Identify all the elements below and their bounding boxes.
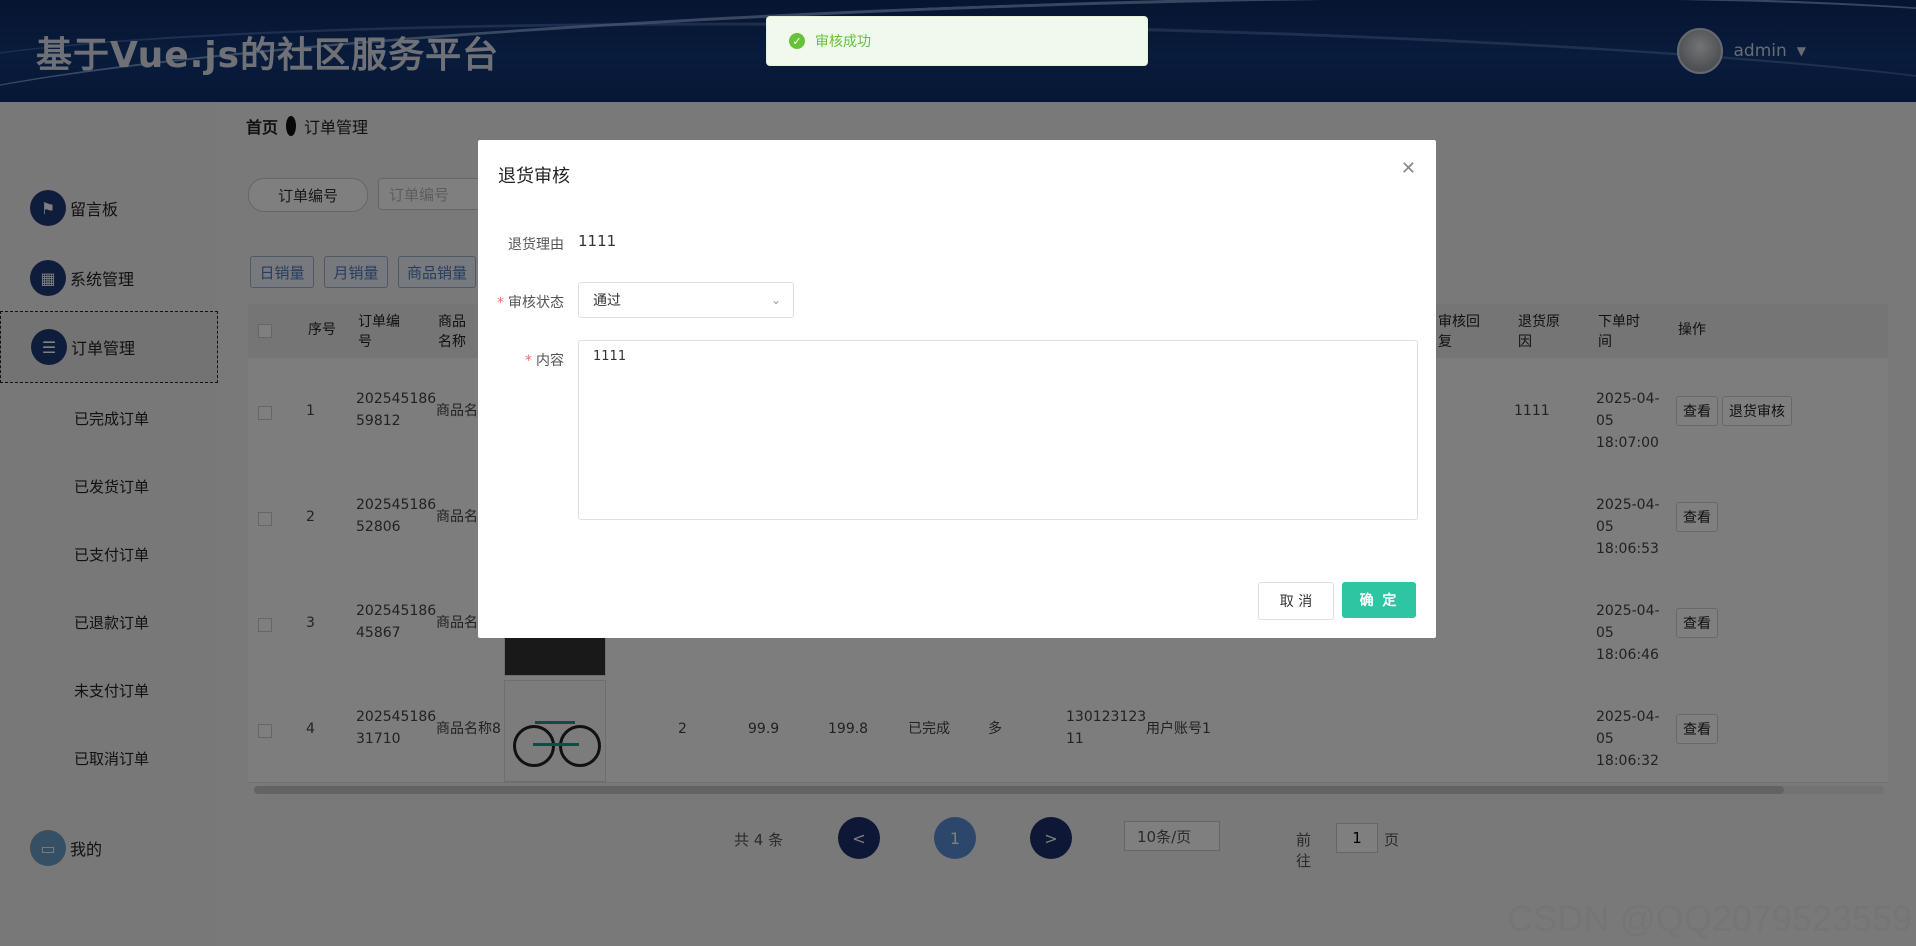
content-label: * 内容 <box>525 353 564 369</box>
dialog-title: 退货审核 <box>498 166 570 187</box>
return-review-dialog: 退货审核 ✕ 退货理由 1111 * 审核状态 通过 ⌄ * 内容 1111 取 消… <box>478 140 1436 638</box>
toast-message: 审核成功 <box>815 34 871 50</box>
success-toast: ✓ 审核成功 <box>766 16 1148 66</box>
close-icon[interactable]: ✕ <box>1401 158 1416 179</box>
reason-label: 退货理由 <box>508 237 564 253</box>
confirm-button[interactable]: 确 定 <box>1342 582 1416 618</box>
check-circle-icon: ✓ <box>789 33 805 49</box>
status-select-value: 通过 <box>593 293 621 309</box>
required-marker: * <box>497 295 504 311</box>
reason-value: 1111 <box>578 232 617 250</box>
status-select[interactable]: 通过 ⌄ <box>578 282 794 318</box>
required-marker: * <box>525 353 532 369</box>
chevron-down-icon: ⌄ <box>770 293 781 307</box>
cancel-button[interactable]: 取 消 <box>1258 582 1334 620</box>
status-label: * 审核状态 <box>497 295 564 311</box>
content-textarea[interactable]: 1111 <box>578 340 1418 520</box>
